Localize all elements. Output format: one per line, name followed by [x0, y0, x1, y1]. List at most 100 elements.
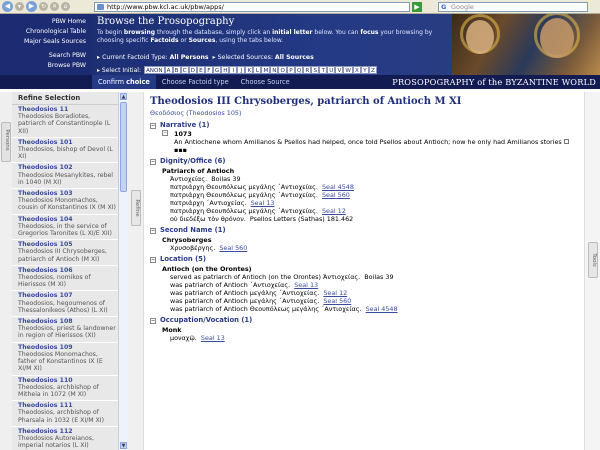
initial-letter-q[interactable]: Q — [294, 66, 304, 74]
sources-value[interactable]: All Sources — [275, 54, 314, 61]
reload-icon[interactable]: ↻ — [39, 2, 48, 11]
sidebar-item[interactable]: Theodosios 110 Theodosios, archbishop of … — [12, 376, 118, 402]
nav-browse-pbw[interactable]: Browse PBW — [0, 61, 86, 71]
sidebar-item-name[interactable]: Theodosios 103 — [18, 190, 116, 197]
collapse-icon[interactable]: − — [150, 122, 156, 129]
initial-letter-j[interactable]: J — [237, 66, 246, 74]
google-search-input[interactable]: Google — [438, 2, 588, 12]
second-name-header[interactable]: − Second Name (1) — [150, 226, 578, 235]
scroll-up-icon[interactable]: ▲ — [120, 93, 127, 100]
tab-choose-source[interactable]: Choose Source — [235, 75, 296, 89]
sidebar-item[interactable]: Theodosios 101 Theodosios, bishop of Devo… — [12, 138, 118, 164]
source-link[interactable]: Seal 4548 — [366, 305, 398, 313]
refine-panel-grip[interactable]: Refine — [128, 92, 144, 450]
sidebar-item[interactable]: Theodosios 107 Theodosios, hegoumenos of … — [12, 291, 118, 318]
initial-letter-e[interactable]: E — [196, 66, 205, 74]
sidebar-item-name[interactable]: Theodosios 11 — [18, 106, 116, 113]
initial-letter-w[interactable]: W — [343, 66, 353, 74]
factoid-type-value[interactable]: All Persons — [170, 54, 209, 61]
sidebar-item-name[interactable]: Theodosios 105 — [18, 241, 116, 248]
initial-letter-l[interactable]: L — [253, 66, 262, 74]
sidebar-item-name[interactable]: Theodosios 110 — [18, 377, 116, 384]
initial-letter-h[interactable]: H — [221, 66, 230, 74]
initial-letter-v[interactable]: V — [335, 66, 344, 74]
sidebar-item[interactable]: Theodosios 102 Theodosios Mesanykites, re… — [12, 163, 118, 190]
sidebar-item-name[interactable]: Theodosios 104 — [18, 216, 116, 223]
forward-icon[interactable]: ▶ — [26, 1, 37, 12]
sidebar-item[interactable]: Theodosios 106 Theodosios, nomikos of Hie… — [12, 266, 118, 292]
nav-search-pbw[interactable]: Search PBW — [0, 51, 86, 61]
back-icon[interactable]: ◀ — [2, 1, 13, 12]
initial-letter-u[interactable]: U — [327, 66, 336, 74]
source-link[interactable]: Seal 13 — [294, 281, 318, 289]
initial-letter-f[interactable]: F — [204, 66, 213, 74]
persons-panel-grip[interactable]: Persons — [0, 92, 12, 450]
initial-letter-m[interactable]: M — [261, 66, 271, 74]
sidebar-item[interactable]: Theodosios 112 Theodosios Autoreianos, im… — [12, 427, 118, 450]
sidebar-item[interactable]: Theodosios 109 Theodosios Monomachos, fat… — [12, 343, 118, 376]
source-link[interactable]: Seal 12 — [323, 289, 347, 297]
location-header[interactable]: − Location (5) — [150, 255, 578, 264]
sidebar-item-name[interactable]: Theodosios 101 — [18, 139, 116, 146]
go-button[interactable]: ▶ — [412, 2, 422, 12]
note-icon[interactable] — [563, 139, 569, 144]
stop-icon[interactable]: ✕ — [50, 2, 59, 11]
initial-letter-z[interactable]: Z — [368, 66, 377, 74]
home-icon[interactable]: ⌂ — [61, 2, 70, 11]
source-link[interactable]: Seal 560 — [322, 191, 350, 199]
sidebar-item-name[interactable]: Theodosios 109 — [18, 344, 116, 351]
initial-letter-i[interactable]: I — [229, 66, 238, 74]
sidebar-item-name[interactable]: Theodosios 111 — [18, 402, 116, 409]
source-link[interactable]: Seal 13 — [201, 334, 225, 342]
sidebar-item-name[interactable]: Theodosios 106 — [18, 267, 116, 274]
address-bar[interactable]: http://www.pbw.kcl.ac.uk/pbw/apps/ — [94, 2, 410, 12]
collapse-icon[interactable]: − — [162, 130, 168, 136]
sidebar-item[interactable]: Theodosios 111 Theodosios, archbishop of … — [12, 401, 118, 427]
initial-letter-k[interactable]: K — [245, 66, 254, 74]
sidebar-item[interactable]: Theodosios 104 Theodosios, in the service… — [12, 215, 118, 241]
initial-letter-r[interactable]: R — [303, 66, 312, 74]
dignity-header[interactable]: − Dignity/Office (6) — [150, 157, 578, 166]
source-link[interactable]: Seal 12 — [322, 207, 346, 215]
initial-letter-d[interactable]: D — [188, 66, 197, 74]
scroll-thumb[interactable] — [120, 102, 127, 192]
collapse-icon[interactable]: − — [150, 256, 156, 263]
initial-letter-b[interactable]: B — [172, 66, 181, 74]
initial-letter-anon[interactable]: ANON — [143, 66, 165, 74]
occupation-header[interactable]: − Occupation/Vocation (1) — [150, 316, 578, 325]
scroll-down-icon[interactable]: ▼ — [120, 442, 127, 449]
initial-letter-t[interactable]: T — [319, 66, 328, 74]
sidebar-item-name[interactable]: Theodosios 102 — [18, 164, 116, 171]
sidebar-item[interactable]: Theodosios 108 Theodosios, priest & lando… — [12, 317, 118, 343]
initial-letter-x[interactable]: X — [352, 66, 361, 74]
sidebar-item-name[interactable]: Theodosios 108 — [18, 318, 116, 325]
source-link[interactable]: Seal 4548 — [322, 183, 354, 191]
tools-panel-grip[interactable]: Tools — [584, 92, 600, 450]
initial-letter-o[interactable]: O — [278, 66, 287, 74]
initial-letter-g[interactable]: G — [212, 66, 222, 74]
tab-choose-factoid-type[interactable]: Choose Factoid type — [156, 75, 235, 89]
initial-letter-y[interactable]: Y — [360, 66, 369, 74]
collapse-icon[interactable]: − — [150, 158, 156, 165]
source-link[interactable]: Seal 560 — [219, 244, 247, 252]
sidebar-item-name[interactable]: Theodosios 107 — [18, 292, 116, 299]
narrative-header[interactable]: − Narrative (1) — [150, 121, 578, 130]
collapse-icon[interactable]: − — [150, 317, 156, 324]
initial-letter-a[interactable]: A — [164, 66, 173, 74]
sidebar-scrollbar[interactable]: ▲ ▼ — [118, 92, 128, 450]
nav-major-seals-sources[interactable]: Major Seals Sources — [0, 37, 86, 47]
initial-letter-s[interactable]: S — [311, 66, 320, 74]
sidebar-item-name[interactable]: Theodosios 112 — [18, 428, 116, 435]
collapse-icon[interactable]: − — [150, 227, 156, 234]
nav-chronological-table[interactable]: Chronological Table — [0, 27, 86, 37]
sidebar-item[interactable]: Theodosios 105 Theodosios III Chrysoberge… — [12, 240, 118, 266]
sidebar-item[interactable]: Theodosios 11 Theodosios Boradiotes, patr… — [12, 105, 118, 138]
person-subtitle[interactable]: Θεοδόσιος (Theodosios 105) — [150, 109, 578, 117]
nav-pbw-home[interactable]: PBW Home — [0, 17, 86, 27]
initial-letter-p[interactable]: P — [286, 66, 295, 74]
source-link[interactable]: Seal 560 — [323, 297, 351, 305]
tab-confirm-choice[interactable]: Confirm choice — [92, 75, 156, 89]
source-link[interactable]: Seal 13 — [251, 199, 275, 207]
sidebar-item[interactable]: Theodosios 103 Theodosios Monomachos, cou… — [12, 189, 118, 215]
initial-letter-c[interactable]: C — [180, 66, 189, 74]
